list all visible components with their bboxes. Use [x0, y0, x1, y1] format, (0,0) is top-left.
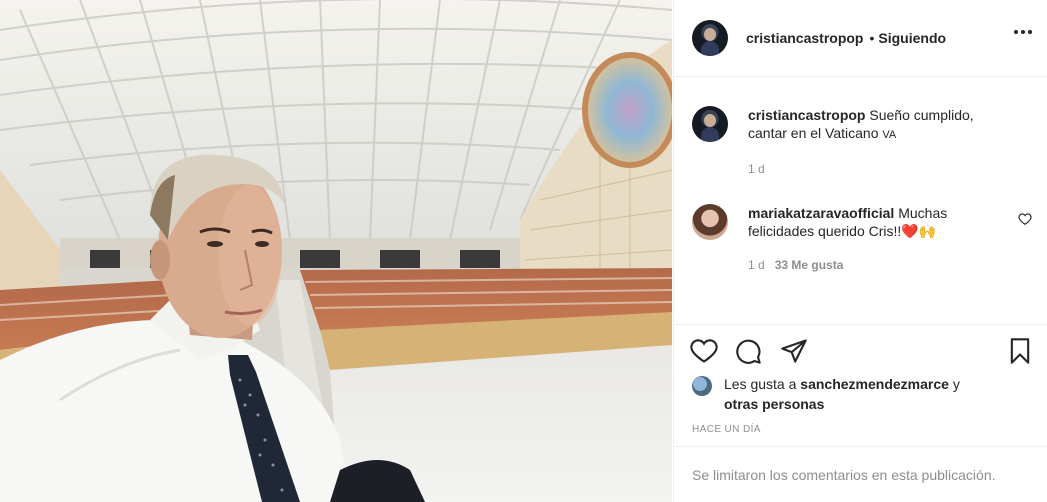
comments-list: cristiancastropop Sueño cumplido, cantar…: [674, 78, 1047, 324]
likes-summary: Les gusta a sanchezmendezmarce y otras p…: [692, 374, 1032, 414]
author-username[interactable]: cristiancastropop: [746, 30, 863, 46]
caption-body: cristiancastropop Sueño cumplido, cantar…: [748, 106, 1004, 178]
comment-meta: 1 d 33 Me gusta: [748, 256, 1004, 274]
likes-connector: y: [952, 376, 960, 392]
caption-avatar[interactable]: [692, 106, 728, 142]
comment-time[interactable]: 1 d: [748, 258, 765, 272]
author-avatar[interactable]: [692, 20, 728, 56]
commenter-username[interactable]: mariakatzaravaofficial: [748, 205, 894, 221]
likes-others-link[interactable]: otras personas: [724, 396, 824, 412]
comment-icon[interactable]: [734, 337, 762, 365]
caption-time[interactable]: 1 d: [748, 162, 765, 176]
bookmark-icon[interactable]: [1006, 337, 1034, 365]
heart-icon[interactable]: [690, 337, 718, 365]
liker-avatar[interactable]: [692, 376, 712, 396]
post-timestamp[interactable]: HACE UN DÍA: [692, 424, 761, 435]
likes-prefix: Les gusta a: [724, 376, 797, 392]
post-photo[interactable]: [0, 0, 672, 502]
photo-illustration: [0, 0, 672, 502]
liker-username[interactable]: sanchezmendezmarce: [800, 376, 949, 392]
comment-likes[interactable]: 33 Me gusta: [775, 258, 844, 272]
comment-emoji: ❤️🙌: [901, 223, 937, 239]
caption-username[interactable]: cristiancastropop: [748, 107, 865, 123]
comment-body: mariakatzaravaofficial Muchas felicidade…: [748, 204, 1004, 274]
comment-like-heart-icon[interactable]: [1018, 212, 1032, 226]
post-sidebar: cristiancastropop • Siguiendo cristianca…: [673, 0, 1047, 502]
separator-dot: •: [869, 30, 875, 46]
comments-disabled-text: Se limitaron los comentarios en esta pub…: [692, 466, 996, 483]
more-dot: [1021, 30, 1025, 34]
likes-text: Les gusta a sanchezmendezmarce y otras p…: [692, 374, 1032, 414]
more-dot: [1028, 30, 1032, 34]
commenter-avatar[interactable]: [692, 204, 728, 240]
post-header: cristiancastropop • Siguiendo: [674, 0, 1047, 77]
paper-plane-icon[interactable]: [780, 337, 808, 365]
follow-status-button[interactable]: Siguiendo: [878, 30, 946, 46]
caption-badge: VA: [882, 129, 897, 141]
more-dot: [1014, 30, 1018, 34]
caption-meta: 1 d: [748, 160, 1004, 178]
comments-disabled-notice: Se limitaron los comentarios en esta pub…: [674, 446, 1047, 502]
more-options-icon[interactable]: [1014, 30, 1032, 34]
